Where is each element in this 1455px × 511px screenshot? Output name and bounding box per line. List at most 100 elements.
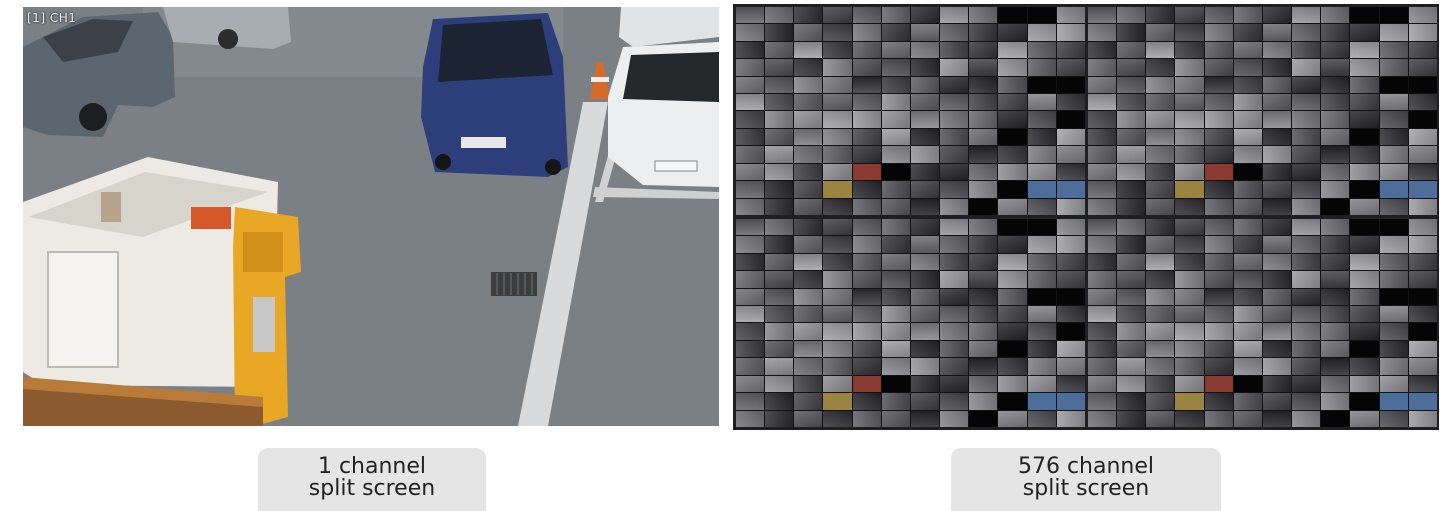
camera-thumbnail[interactable] bbox=[1146, 111, 1175, 128]
camera-thumbnail[interactable] bbox=[1117, 288, 1146, 306]
camera-thumbnail[interactable] bbox=[852, 163, 881, 181]
camera-thumbnail[interactable] bbox=[1146, 41, 1175, 59]
camera-thumbnail[interactable] bbox=[1350, 198, 1379, 215]
camera-thumbnail[interactable] bbox=[1146, 253, 1175, 271]
camera-thumbnail[interactable] bbox=[910, 219, 940, 236]
camera-thumbnail[interactable] bbox=[1350, 111, 1379, 128]
camera-thumbnail[interactable] bbox=[940, 181, 969, 198]
camera-thumbnail[interactable] bbox=[1262, 76, 1292, 94]
camera-thumbnail[interactable] bbox=[969, 375, 998, 393]
camera-thumbnail[interactable] bbox=[1321, 111, 1350, 128]
camera-thumbnail[interactable] bbox=[1056, 181, 1085, 198]
camera-thumbnail[interactable] bbox=[940, 219, 969, 236]
camera-thumbnail[interactable] bbox=[1204, 358, 1233, 375]
camera-thumbnail[interactable] bbox=[1233, 236, 1262, 253]
camera-thumbnail[interactable] bbox=[1321, 163, 1350, 181]
camera-thumbnail[interactable] bbox=[1408, 41, 1437, 59]
camera-thumbnail[interactable] bbox=[1350, 76, 1379, 94]
camera-thumbnail[interactable] bbox=[852, 410, 881, 427]
camera-thumbnail[interactable] bbox=[1350, 288, 1379, 306]
camera-thumbnail[interactable] bbox=[940, 323, 969, 340]
camera-thumbnail[interactable] bbox=[1233, 340, 1262, 358]
camera-thumbnail[interactable] bbox=[1350, 24, 1379, 41]
camera-thumbnail[interactable] bbox=[910, 41, 940, 59]
camera-thumbnail[interactable] bbox=[852, 181, 881, 198]
camera-thumbnail[interactable] bbox=[1027, 271, 1056, 288]
camera-thumbnail[interactable] bbox=[1292, 76, 1321, 94]
camera-thumbnail[interactable] bbox=[1117, 393, 1146, 410]
camera-thumbnail[interactable] bbox=[823, 271, 852, 288]
camera-thumbnail[interactable] bbox=[910, 236, 940, 253]
camera-thumbnail[interactable] bbox=[823, 253, 852, 271]
camera-thumbnail[interactable] bbox=[823, 7, 852, 24]
camera-thumbnail[interactable] bbox=[1146, 306, 1175, 323]
camera-thumbnail[interactable] bbox=[794, 253, 823, 271]
camera-thumbnail[interactable] bbox=[1146, 410, 1175, 427]
camera-thumbnail[interactable] bbox=[1321, 393, 1350, 410]
split-quadrant-1[interactable] bbox=[736, 7, 1085, 215]
camera-thumbnail[interactable] bbox=[1408, 253, 1437, 271]
camera-thumbnail[interactable] bbox=[1379, 76, 1408, 94]
camera-thumbnail[interactable] bbox=[852, 340, 881, 358]
camera-thumbnail[interactable] bbox=[1379, 146, 1408, 163]
camera-thumbnail[interactable] bbox=[1146, 94, 1175, 111]
camera-thumbnail[interactable] bbox=[1204, 198, 1233, 215]
camera-thumbnail[interactable] bbox=[1321, 410, 1350, 427]
camera-thumbnail[interactable] bbox=[1056, 24, 1085, 41]
camera-thumbnail[interactable] bbox=[736, 146, 765, 163]
multi-channel-view[interactable] bbox=[733, 4, 1439, 430]
camera-thumbnail[interactable] bbox=[852, 288, 881, 306]
camera-thumbnail[interactable] bbox=[765, 128, 794, 146]
camera-thumbnail[interactable] bbox=[1175, 111, 1204, 128]
camera-thumbnail[interactable] bbox=[1321, 219, 1350, 236]
camera-thumbnail[interactable] bbox=[1233, 76, 1262, 94]
camera-thumbnail[interactable] bbox=[852, 375, 881, 393]
camera-thumbnail[interactable] bbox=[969, 24, 998, 41]
camera-thumbnail[interactable] bbox=[765, 163, 794, 181]
camera-thumbnail[interactable] bbox=[940, 76, 969, 94]
camera-thumbnail[interactable] bbox=[1292, 340, 1321, 358]
camera-thumbnail[interactable] bbox=[1117, 24, 1146, 41]
camera-thumbnail[interactable] bbox=[1027, 253, 1056, 271]
camera-thumbnail[interactable] bbox=[881, 236, 910, 253]
camera-thumbnail[interactable] bbox=[1027, 41, 1056, 59]
camera-thumbnail[interactable] bbox=[1204, 393, 1233, 410]
camera-thumbnail[interactable] bbox=[1233, 375, 1262, 393]
camera-thumbnail[interactable] bbox=[1262, 94, 1292, 111]
camera-thumbnail[interactable] bbox=[765, 181, 794, 198]
camera-thumbnail[interactable] bbox=[998, 236, 1027, 253]
camera-thumbnail[interactable] bbox=[1088, 288, 1117, 306]
camera-thumbnail[interactable] bbox=[881, 7, 910, 24]
camera-thumbnail[interactable] bbox=[1056, 94, 1085, 111]
camera-thumbnail[interactable] bbox=[852, 219, 881, 236]
camera-thumbnail[interactable] bbox=[969, 111, 998, 128]
camera-thumbnail[interactable] bbox=[940, 59, 969, 76]
camera-thumbnail[interactable] bbox=[823, 163, 852, 181]
camera-thumbnail[interactable] bbox=[736, 59, 765, 76]
camera-thumbnail[interactable] bbox=[794, 410, 823, 427]
camera-thumbnail[interactable] bbox=[1233, 41, 1262, 59]
camera-thumbnail[interactable] bbox=[1233, 181, 1262, 198]
camera-thumbnail[interactable] bbox=[1233, 410, 1262, 427]
camera-thumbnail[interactable] bbox=[1379, 181, 1408, 198]
camera-thumbnail[interactable] bbox=[736, 288, 765, 306]
camera-thumbnail[interactable] bbox=[940, 41, 969, 59]
camera-thumbnail[interactable] bbox=[998, 288, 1027, 306]
camera-thumbnail[interactable] bbox=[1204, 128, 1233, 146]
camera-thumbnail[interactable] bbox=[1146, 181, 1175, 198]
camera-thumbnail[interactable] bbox=[1204, 340, 1233, 358]
camera-thumbnail[interactable] bbox=[1408, 375, 1437, 393]
camera-thumbnail[interactable] bbox=[1321, 358, 1350, 375]
camera-thumbnail[interactable] bbox=[1088, 253, 1117, 271]
camera-thumbnail[interactable] bbox=[1175, 236, 1204, 253]
camera-thumbnail[interactable] bbox=[852, 111, 881, 128]
camera-thumbnail[interactable] bbox=[998, 181, 1027, 198]
camera-thumbnail[interactable] bbox=[1117, 198, 1146, 215]
camera-thumbnail[interactable] bbox=[823, 24, 852, 41]
camera-thumbnail[interactable] bbox=[765, 271, 794, 288]
camera-thumbnail[interactable] bbox=[1146, 128, 1175, 146]
camera-thumbnail[interactable] bbox=[1204, 59, 1233, 76]
camera-thumbnail[interactable] bbox=[1056, 306, 1085, 323]
camera-thumbnail[interactable] bbox=[1117, 59, 1146, 76]
camera-thumbnail[interactable] bbox=[852, 253, 881, 271]
